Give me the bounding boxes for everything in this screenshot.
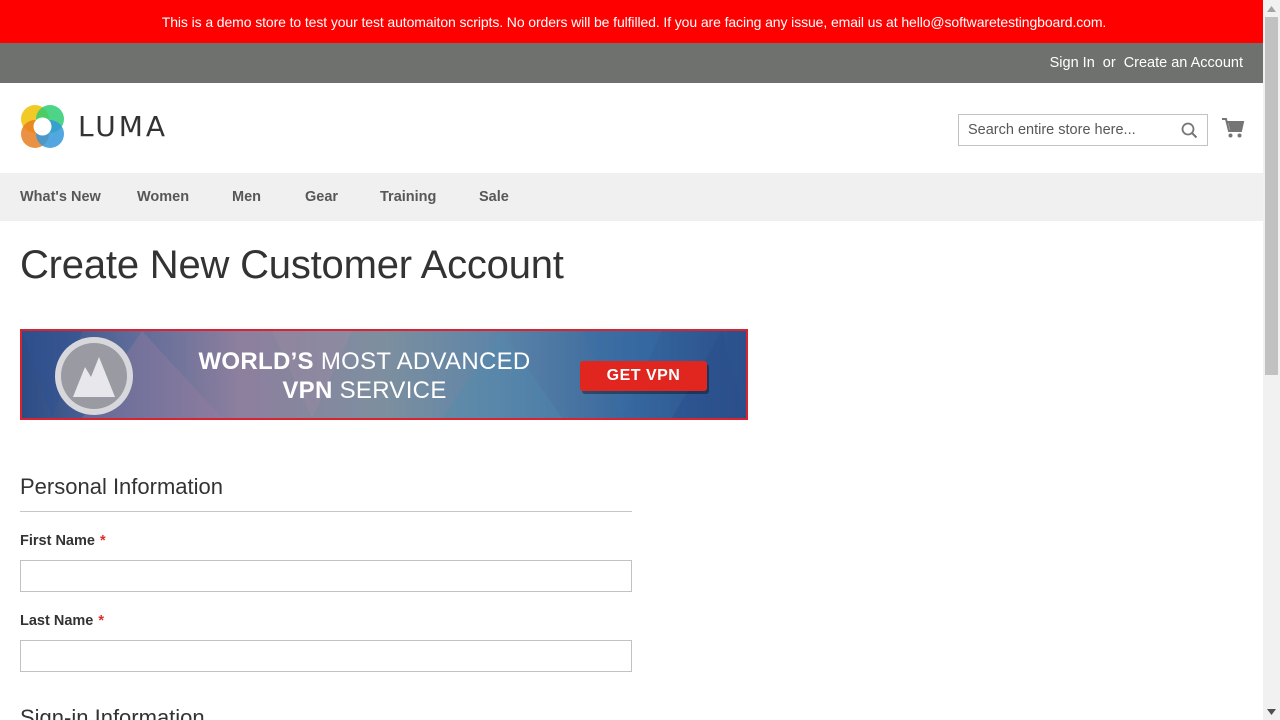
vertical-scrollbar[interactable] — [1263, 0, 1280, 720]
scroll-down-arrow-icon[interactable] — [1263, 703, 1280, 720]
page-title: Create New Customer Account — [20, 243, 564, 287]
required-asterisk: * — [98, 613, 104, 629]
banner-line1-bold: WORLD’S — [198, 348, 314, 375]
scrollbar-thumb[interactable] — [1265, 17, 1278, 375]
search-input[interactable] — [959, 115, 1169, 145]
section-divider — [20, 511, 632, 512]
banner-line2-bold: VPN — [282, 377, 333, 404]
site-header: LUMA — [0, 83, 1263, 173]
first-name-label: First Name * — [20, 533, 106, 549]
personal-information-heading: Personal Information — [20, 474, 223, 499]
mountain-icon — [61, 343, 127, 409]
sign-in-information-heading: Sign-in Information — [20, 705, 205, 720]
or-separator: or — [1102, 55, 1116, 71]
vpn-ad-banner[interactable]: WORLD’S MOST ADVANCED VPN SERVICE GET VP… — [20, 329, 748, 420]
sign-in-link[interactable]: Sign In — [1050, 55, 1095, 71]
demo-notice: This is a demo store to test your test a… — [0, 0, 1263, 43]
banner-headline-line2: VPN SERVICE — [182, 377, 547, 405]
nav-item-whats-new[interactable]: What's New — [20, 189, 137, 205]
last-name-label: Last Name * — [20, 613, 104, 629]
luma-logo-icon — [21, 105, 64, 148]
nav-item-sale[interactable]: Sale — [479, 189, 539, 205]
create-account-link[interactable]: Create an Account — [1124, 55, 1243, 71]
banner-mountain-logo — [55, 337, 133, 415]
first-name-field[interactable] — [20, 560, 632, 592]
nav-item-gear[interactable]: Gear — [305, 189, 380, 205]
search-icon[interactable] — [1181, 122, 1198, 139]
top-bar: Sign In or Create an Account — [0, 43, 1263, 83]
scroll-up-arrow-icon[interactable] — [1263, 0, 1280, 17]
shopping-cart-icon[interactable] — [1221, 117, 1245, 139]
first-name-label-text: First Name — [20, 533, 95, 549]
get-vpn-button[interactable]: GET VPN — [580, 361, 707, 391]
nav-item-training[interactable]: Training — [380, 189, 479, 205]
last-name-label-text: Last Name — [20, 613, 94, 629]
required-asterisk: * — [99, 533, 106, 549]
search-box — [958, 114, 1208, 146]
page: This is a demo store to test your test a… — [0, 0, 1263, 720]
banner-line1-rest: MOST ADVANCED — [313, 348, 531, 375]
logo-text: LUMA — [78, 110, 169, 143]
nav-item-women[interactable]: Women — [137, 189, 232, 205]
top-links: Sign In or Create an Account — [1050, 43, 1243, 83]
banner-line2-rest: SERVICE — [332, 377, 447, 404]
luma-logo[interactable]: LUMA — [20, 104, 168, 149]
banner-headline-line1: WORLD’S MOST ADVANCED — [182, 348, 547, 376]
demo-notice-text: This is a demo store to test your test a… — [161, 13, 1107, 30]
last-name-field[interactable] — [20, 640, 632, 672]
nav-item-men[interactable]: Men — [232, 189, 305, 205]
main-navigation: What's New Women Men Gear Training Sale — [0, 173, 1263, 221]
